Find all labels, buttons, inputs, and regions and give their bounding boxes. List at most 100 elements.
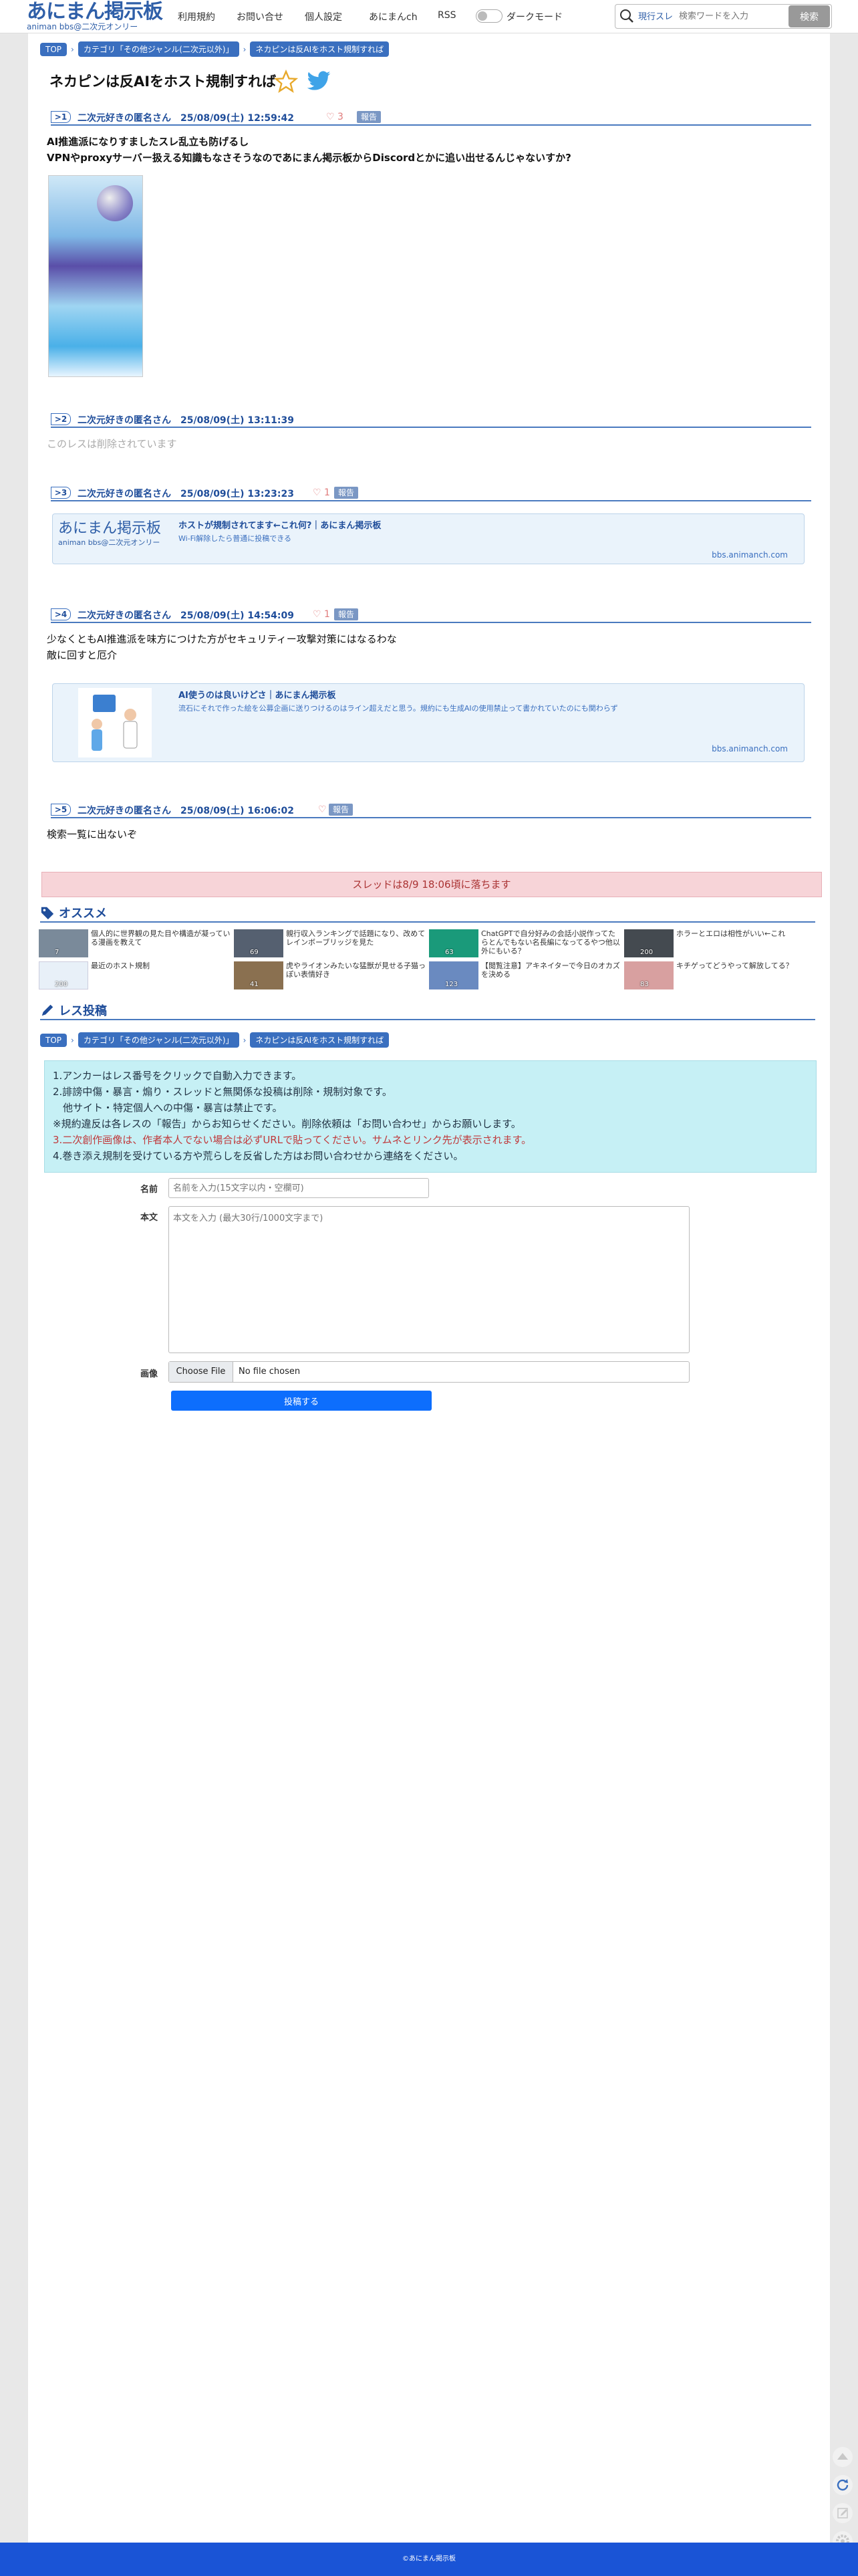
- twitter-share-icon[interactable]: [306, 71, 331, 92]
- like-heart-icon[interactable]: ♡ 3: [326, 112, 343, 122]
- post-meta: 二次元好きの匿名さん 25/08/09(土) 14:54:09: [78, 610, 294, 621]
- link-card-domain: bbs.animanch.com: [712, 744, 788, 753]
- recommend-item[interactable]: 83 キチゲってどうやって解放してる？: [624, 961, 818, 989]
- post-number[interactable]: >5: [51, 804, 71, 816]
- recommend-item[interactable]: 123 【閲覧注意】アキネイターで今日のオカズを決める: [429, 961, 623, 989]
- search-button[interactable]: 検索: [789, 5, 830, 27]
- post-meta: 二次元好きの匿名さん 25/08/09(土) 16:06:02: [78, 806, 294, 816]
- recommend-thumb: [39, 929, 88, 957]
- image-file-input[interactable]: Choose File No file chosen: [168, 1361, 690, 1383]
- post-line: AI推進派になりすましたスレ乱立も防げるし: [47, 136, 249, 148]
- post-line: 敵に回すと厄介: [47, 649, 118, 661]
- thread-title: ネカピンは反AIをホスト規制すれば: [49, 74, 277, 90]
- post-number[interactable]: >3: [51, 487, 71, 499]
- nav-animanch[interactable]: あにまんch: [369, 10, 418, 23]
- recommend-title-text: オススメ: [59, 907, 107, 921]
- post-header-2: >2 二次元好きの匿名さん 25/08/09(土) 13:11:39: [51, 412, 811, 428]
- breadcrumb-top[interactable]: TOP: [40, 42, 67, 56]
- search-input[interactable]: [679, 7, 786, 25]
- body-textarea[interactable]: [168, 1206, 690, 1353]
- recommend-count: 7: [55, 949, 59, 956]
- like-heart-icon[interactable]: ♡: [318, 804, 327, 815]
- recommend-count: 41: [250, 981, 259, 988]
- nav-rss[interactable]: RSS: [438, 10, 456, 21]
- post-meta: 二次元好きの匿名さん 25/08/09(土) 12:59:42: [78, 113, 294, 124]
- submit-post-button[interactable]: 投稿する: [171, 1391, 432, 1411]
- reload-button[interactable]: [833, 2475, 853, 2495]
- breadcrumb-thread[interactable]: ネカピンは反AIをホスト規制すれば: [250, 41, 390, 57]
- left-gutter: [0, 33, 28, 2543]
- logo-main: あにまん掲示板: [27, 0, 163, 23]
- rule-line: 4.巻き添え規制を受けている方や荒らしを反省した方はお問い合わせから連絡をくださ…: [53, 1150, 464, 1162]
- reload-icon: [837, 2479, 849, 2491]
- report-button[interactable]: 報告: [334, 487, 359, 499]
- recommend-thumb: [234, 929, 283, 957]
- card-logo-main: あにまん掲示板: [58, 520, 162, 537]
- recommend-thumb: [429, 929, 478, 957]
- link-card-title: ホストが規制されてます←これ何?｜あにまん掲示板: [178, 521, 382, 531]
- darkmode-toggle[interactable]: [476, 9, 503, 23]
- breadcrumb-top[interactable]: TOP: [40, 1033, 67, 1047]
- pencil-icon: [837, 2508, 848, 2519]
- nav-settings[interactable]: 個人設定: [305, 10, 342, 23]
- rule-line: ※規約違反は各レスの「報告」からお知らせください。削除依頼は「お問い合わせ」から…: [53, 1118, 521, 1130]
- name-field[interactable]: [168, 1178, 429, 1198]
- recommend-item[interactable]: 7 個人的に世界観の見た目や構造が凝っている漫画を教えて: [39, 929, 233, 957]
- reply-title-text: レス投稿: [59, 1004, 107, 1018]
- post-image-thumbnail[interactable]: [48, 175, 143, 377]
- recommend-item[interactable]: 41 虎やライオンみたいな猛獣が見せる子猫っぽい表情好き: [234, 961, 428, 989]
- post-meta: 二次元好きの匿名さん 25/08/09(土) 13:11:39: [78, 415, 294, 426]
- post-number[interactable]: >1: [51, 111, 71, 123]
- search-icon: [620, 9, 633, 23]
- recommend-text: 虎やライオンみたいな猛獣が見せる子猫っぽい表情好き: [286, 961, 426, 979]
- recommend-text: ChatGPTで自分好みの会話小説作ってたらとんでもない名長編になってるやつ他以…: [481, 929, 620, 955]
- breadcrumb: TOP › カテゴリ「その他ジャンル(二次元以外)」 › ネカピンは反AIをホスト規制す…: [40, 41, 392, 57]
- recommend-count: 200: [640, 949, 654, 956]
- recommend-text: 【閲覧注意】アキネイターで今日のオカズを決める: [481, 961, 620, 979]
- breadcrumb-thread[interactable]: ネカピンは反AIをホスト規制すれば: [250, 1032, 390, 1048]
- search-scope-select[interactable]: 現行スレ: [638, 9, 673, 22]
- report-button[interactable]: 報告: [357, 111, 382, 123]
- report-button[interactable]: 報告: [334, 608, 359, 620]
- recommend-item[interactable]: 63 ChatGPTで自分好みの会話小説作ってたらとんでもない名長編になってるやつ…: [429, 929, 623, 957]
- nav-contact[interactable]: お問い合せ: [237, 10, 283, 23]
- nav-terms[interactable]: 利用規約: [178, 10, 215, 23]
- site-logo[interactable]: あにまん掲示板 animan bbs@二次元オンリー: [27, 1, 167, 32]
- recommend-item[interactable]: 200 ホラーとエロは相性がいい←これ: [624, 929, 818, 957]
- link-card-desc: 流石にそれで作った絵を公募企画に送りつけるのはライン超えだと思う。規約にも生成A…: [178, 704, 618, 713]
- darkmode-label: ダークモード: [507, 12, 563, 23]
- name-label: 名前: [140, 1185, 158, 1195]
- breadcrumb-category[interactable]: カテゴリ「その他ジャンル(二次元以外)」: [78, 41, 239, 57]
- recommend-count: 200: [55, 981, 68, 988]
- compose-button[interactable]: [833, 2503, 853, 2523]
- post-header-3: >3 二次元好きの匿名さん 25/08/09(土) 13:23:23 ♡ 1 報…: [51, 485, 811, 501]
- file-status: No file chosen: [239, 1367, 301, 1377]
- scroll-top-button[interactable]: [833, 2447, 853, 2467]
- recommend-item[interactable]: 200 最近のホスト規制: [39, 961, 233, 989]
- choose-file-button[interactable]: Choose File: [169, 1362, 233, 1382]
- report-button[interactable]: 報告: [329, 804, 353, 816]
- top-bar: あにまん掲示板 animan bbs@二次元オンリー 利用規約 お問い合せ 個人…: [0, 0, 858, 33]
- recommend-thumb: [624, 961, 674, 989]
- logo-sub: animan bbs@二次元オンリー: [27, 22, 138, 31]
- tag-icon: [41, 907, 54, 920]
- breadcrumb-bottom: TOP › カテゴリ「その他ジャンル(二次元以外)」 › ネカピンは反AIをホスト規制す…: [40, 1032, 392, 1048]
- favorite-star-icon[interactable]: [274, 70, 298, 94]
- recommend-item[interactable]: 69 親行収入ランキングで話題になり、改めてレインボーブリッジを見た: [234, 929, 428, 957]
- post-meta: 二次元好きの匿名さん 25/08/09(土) 13:23:23: [78, 489, 294, 499]
- image-label: 画像: [140, 1369, 158, 1379]
- post-line: 少なくともAI推進派を味方につけた方がセキュリティー攻撃対策にはなるわな: [47, 633, 397, 645]
- like-heart-icon[interactable]: ♡ 1: [313, 487, 330, 498]
- link-card-desc: Wi-Fi解除したら普通に投稿できる: [178, 534, 292, 543]
- post-number[interactable]: >2: [51, 413, 71, 425]
- link-card[interactable]: AI使うのは良いけどさ｜あにまん掲示板 流石にそれで作った絵を公募企画に送りつけ…: [52, 683, 805, 762]
- breadcrumb-category[interactable]: カテゴリ「その他ジャンル(二次元以外)」: [78, 1032, 239, 1048]
- post-header-5: >5 二次元好きの匿名さん 25/08/09(土) 16:06:02 ♡ 報告: [51, 802, 811, 818]
- deleted-notice: このレスは削除されています: [47, 438, 177, 450]
- post-number[interactable]: >4: [51, 608, 71, 620]
- rule-line: 1.アンカーはレス番号をクリックで自動入力できます。: [53, 1070, 302, 1082]
- rule-line: 2.誹謗中傷・暴言・煽り・スレッドと無関係な投稿は削除・規制対象です。: [53, 1086, 392, 1098]
- link-card[interactable]: あにまん掲示板 animan bbs@二次元オンリー ホストが規制されてます←こ…: [52, 513, 805, 564]
- card-logo-sub: animan bbs@二次元オンリー: [58, 538, 160, 547]
- like-heart-icon[interactable]: ♡ 1: [313, 609, 330, 620]
